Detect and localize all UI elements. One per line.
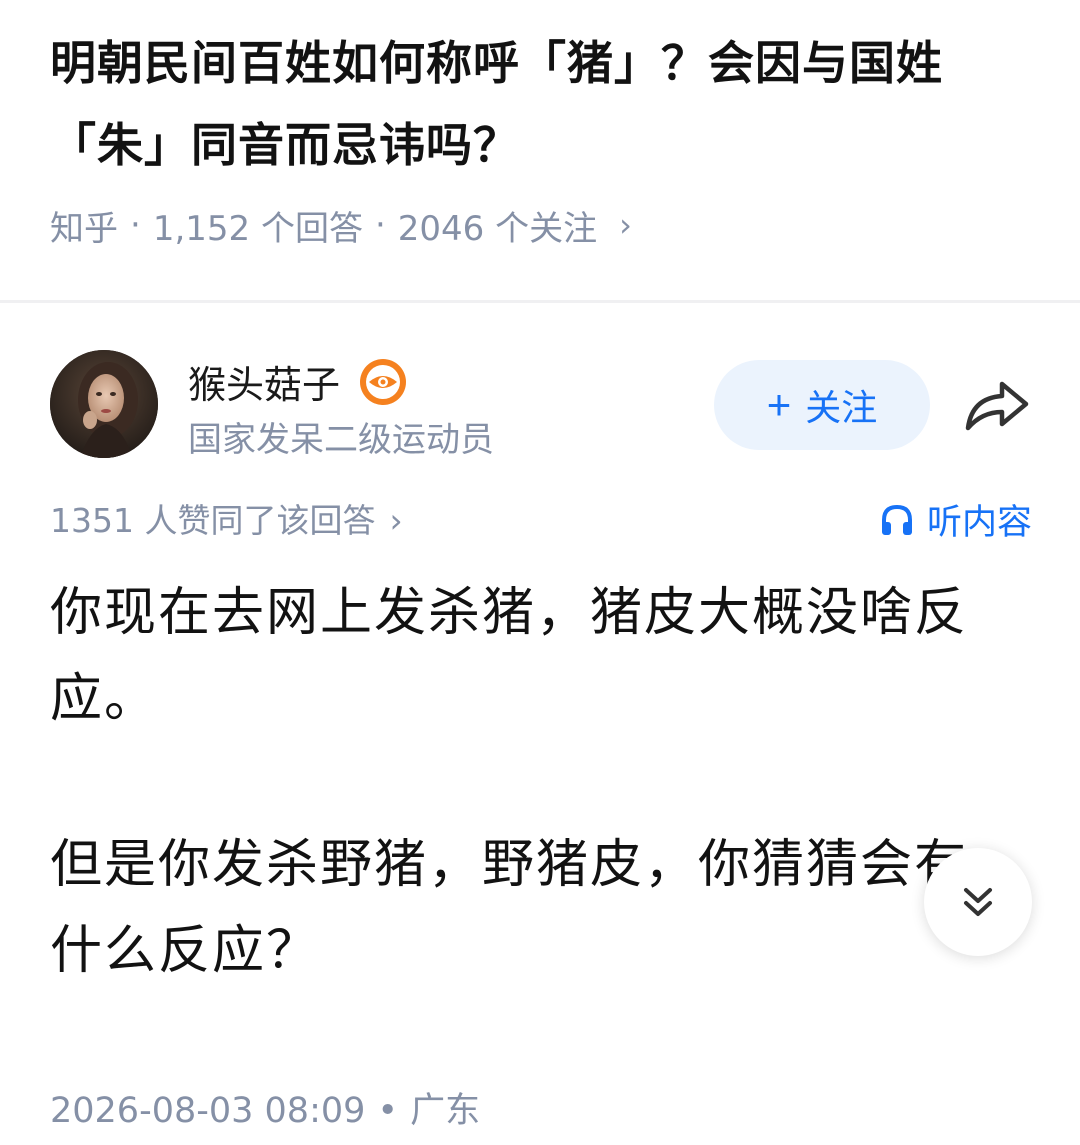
plus-icon: + bbox=[766, 381, 792, 428]
author-row: 猴头菇子 国家发呆二级运动员 + 关注 bbox=[50, 350, 1040, 462]
expand-button[interactable] bbox=[924, 848, 1032, 956]
likes-link[interactable]: 1351 人赞同了该回答 › bbox=[50, 494, 403, 542]
author-name: 猴头菇子 bbox=[188, 363, 341, 407]
author-bio: 国家发呆二级运动员 bbox=[188, 420, 494, 460]
follower-count: 2046 个关注 bbox=[397, 208, 598, 249]
section-divider bbox=[0, 300, 1080, 303]
separator-dot: • bbox=[377, 1091, 399, 1131]
question-header: 明朝民间百姓如何称呼「猪」？会因与国姓「朱」同音而忌讳吗？ 知乎 · 1,152… bbox=[50, 22, 1040, 250]
author-name-row[interactable]: 猴头菇子 bbox=[188, 354, 408, 409]
separator-dot: · bbox=[374, 205, 386, 245]
share-icon[interactable] bbox=[962, 374, 1032, 434]
answer-footer: 2026-08-03 08:09 • 广东 bbox=[50, 1082, 480, 1133]
answer-paragraph: 你现在去网上发杀猪，猪皮大概没啥反应。 bbox=[50, 583, 969, 729]
answer-count: 1,152 个回答 bbox=[152, 208, 363, 249]
separator-dot: · bbox=[130, 205, 141, 245]
listen-button[interactable]: 听内容 bbox=[879, 494, 1032, 545]
source-label: 知乎 bbox=[50, 208, 118, 249]
answer-paragraph: 但是你发杀野猪，野猪皮，你猜猜会有什么反应？ bbox=[50, 835, 969, 981]
post-datetime: 2026-08-03 08:09 bbox=[50, 1091, 366, 1131]
likes-row: 1351 人赞同了该回答 › 听内容 bbox=[50, 494, 1032, 544]
likes-text: 1351 人赞同了该回答 bbox=[50, 501, 376, 540]
question-meta[interactable]: 知乎 · 1,152 个回答 · 2046 个关注 › bbox=[50, 200, 1040, 250]
chevron-right-icon: › bbox=[619, 206, 632, 244]
chevron-right-icon: › bbox=[389, 501, 403, 540]
post-location: 广东 bbox=[410, 1091, 481, 1131]
headphones-icon bbox=[881, 504, 912, 535]
follow-label: 关注 bbox=[805, 387, 878, 428]
question-title[interactable]: 明朝民间百姓如何称呼「猪」？会因与国姓「朱」同音而忌讳吗？ bbox=[50, 22, 1040, 186]
double-chevron-down-icon bbox=[964, 888, 992, 916]
eye-badge-icon bbox=[360, 358, 407, 405]
answer-body[interactable]: 你现在去网上发杀猪，猪皮大概没啥反应。 但是你发杀野猪，野猪皮，你猜猜会有什么反… bbox=[50, 570, 1010, 994]
avatar[interactable] bbox=[50, 350, 158, 458]
listen-label: 听内容 bbox=[926, 503, 1032, 543]
follow-button[interactable]: + 关注 bbox=[714, 360, 930, 450]
